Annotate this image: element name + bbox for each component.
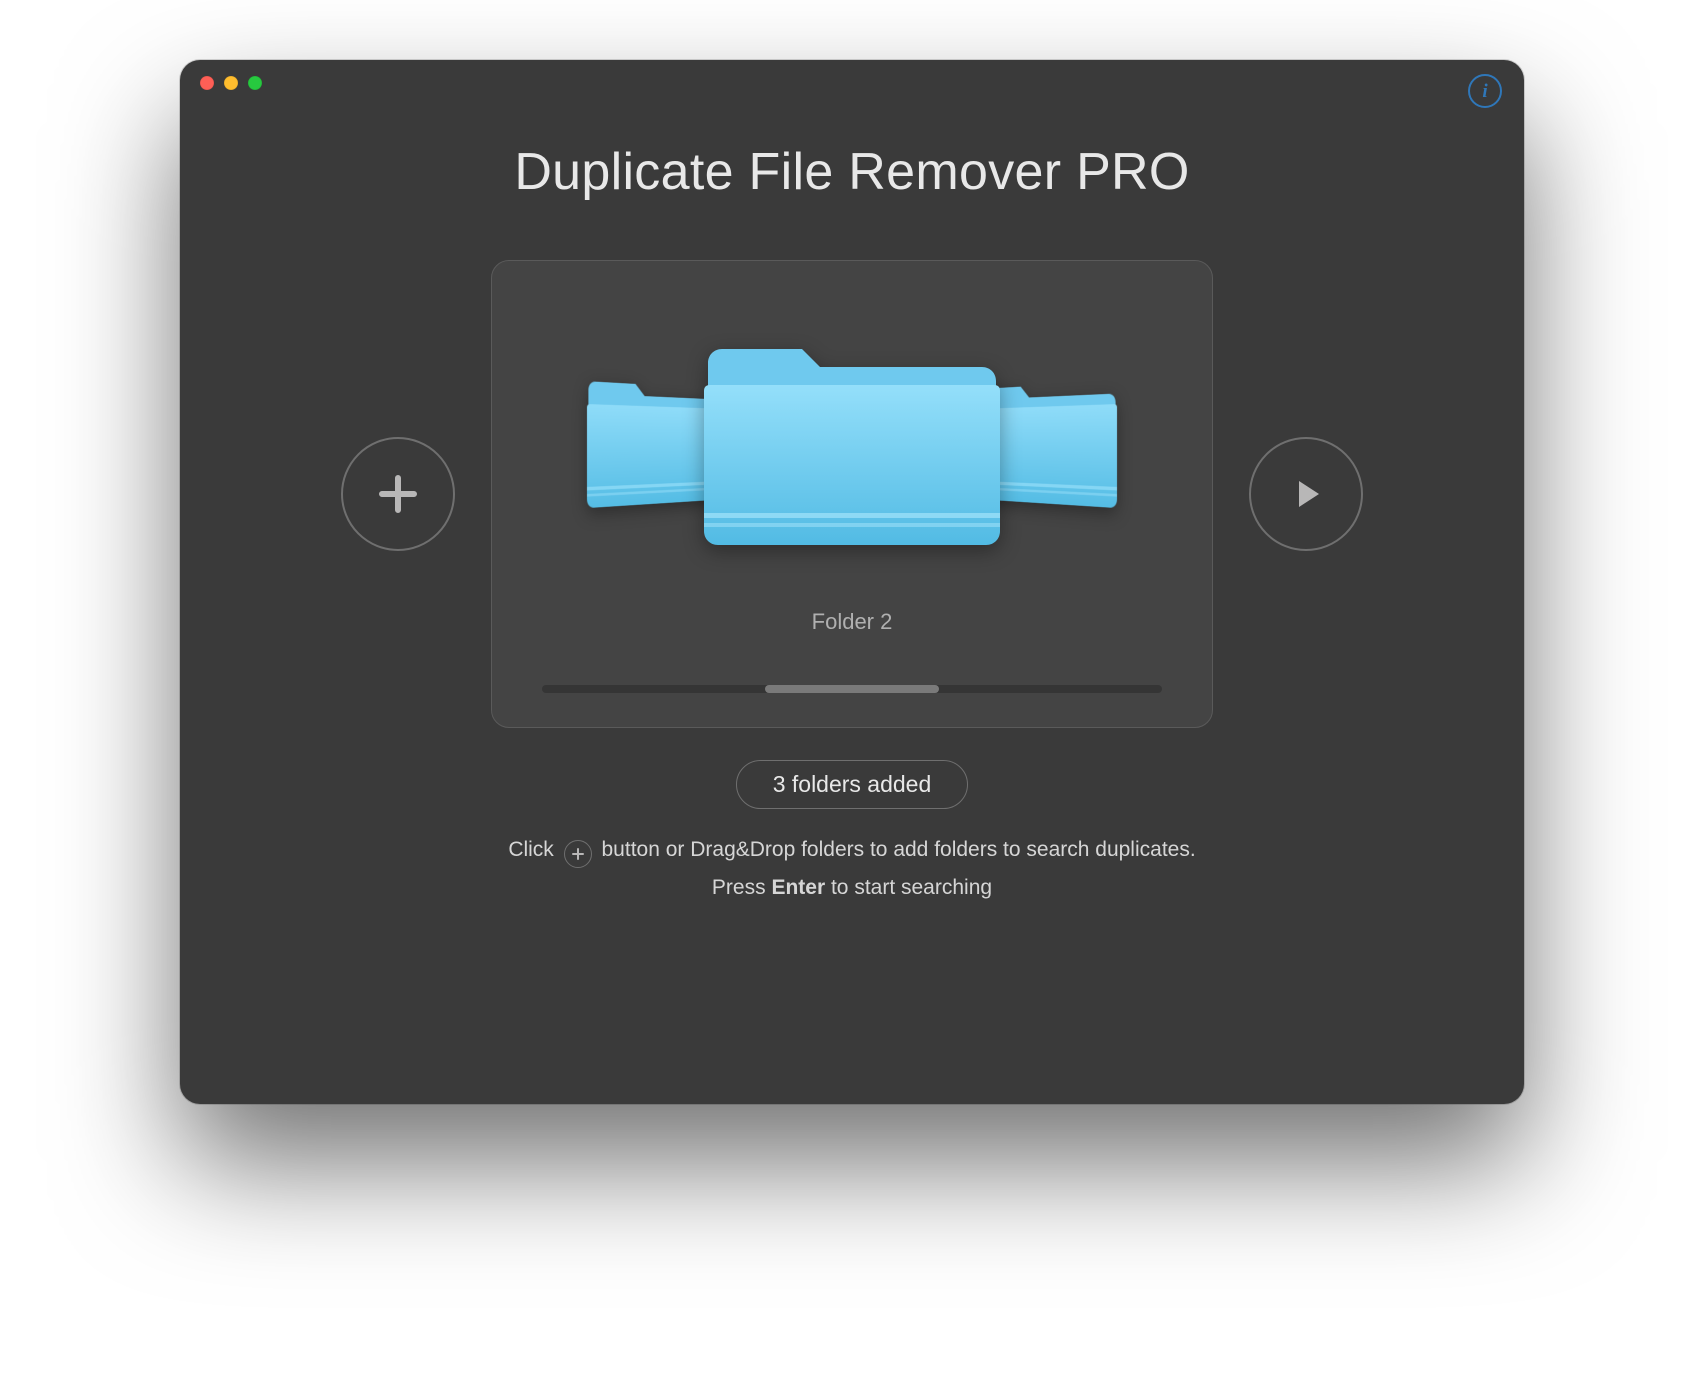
app-title: Duplicate File Remover PRO — [180, 142, 1524, 202]
help-text-fragment: Click — [508, 838, 559, 861]
app-window: i Duplicate File Remover PRO — [180, 60, 1524, 1104]
folder-icon[interactable] — [702, 319, 1002, 564]
info-button[interactable]: i — [1468, 74, 1502, 108]
help-text: Click button or Drag&Drop folders to add… — [180, 831, 1524, 907]
main-row: Folder 2 — [180, 260, 1524, 728]
scrollbar-thumb[interactable] — [765, 685, 939, 693]
coverflow-scrollbar[interactable] — [542, 685, 1162, 693]
selected-folder-label: Folder 2 — [492, 609, 1212, 635]
folder-drop-panel[interactable]: Folder 2 — [491, 260, 1213, 728]
zoom-icon[interactable] — [248, 76, 262, 90]
help-text-fragment: to start searching — [831, 876, 992, 899]
add-folder-button[interactable] — [341, 437, 455, 551]
status-row: 3 folders added — [180, 760, 1524, 809]
help-line-1: Click button or Drag&Drop folders to add… — [180, 831, 1524, 869]
start-scan-button[interactable] — [1249, 437, 1363, 551]
titlebar: i — [180, 60, 1524, 104]
close-icon[interactable] — [200, 76, 214, 90]
help-text-fragment: Press — [712, 876, 772, 899]
minimize-icon[interactable] — [224, 76, 238, 90]
plus-icon — [375, 471, 421, 517]
status-pill: 3 folders added — [736, 760, 969, 809]
help-text-fragment: button or Drag&Drop folders to add folde… — [602, 838, 1196, 861]
folder-coverflow — [492, 291, 1212, 591]
help-line-2: Press Enter to start searching — [180, 869, 1524, 907]
window-controls — [200, 76, 262, 90]
plus-icon — [564, 840, 592, 868]
help-key: Enter — [771, 876, 825, 899]
play-icon — [1285, 473, 1327, 515]
info-icon: i — [1482, 82, 1487, 101]
